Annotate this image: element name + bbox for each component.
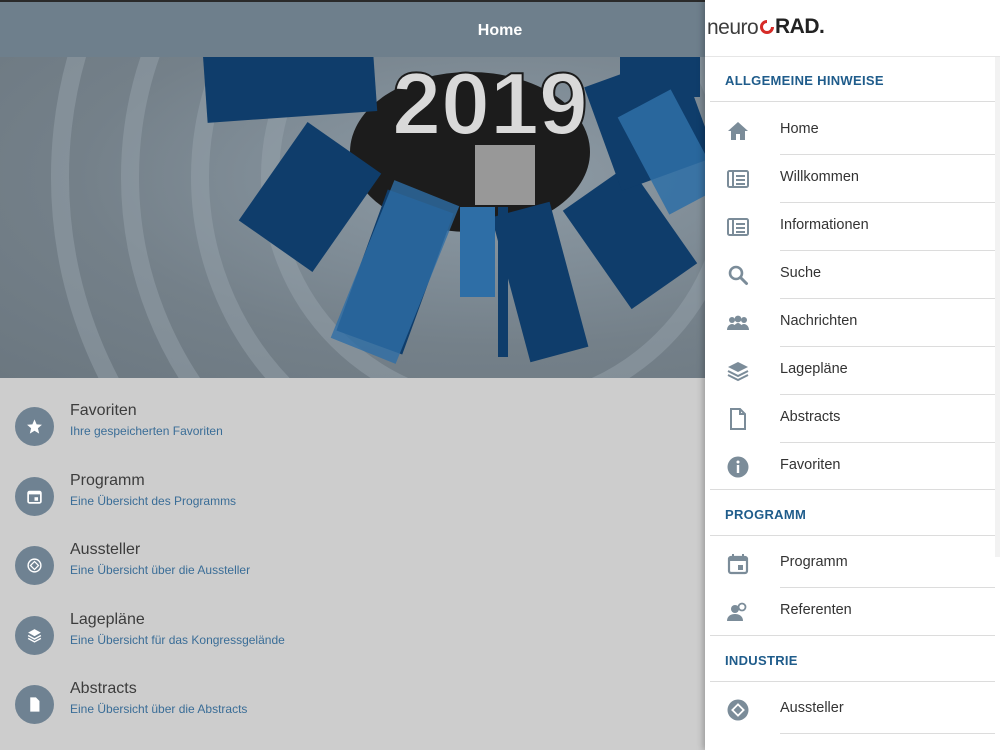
nav-item-label: Willkommen <box>780 169 859 185</box>
newspaper-icon <box>727 170 749 188</box>
neurorad-logo: neuro RAD. <box>705 0 1000 57</box>
nav-item-label: Programm <box>780 554 848 570</box>
home-item-abstracts[interactable]: Abstracts Eine Übersicht über die Abstra… <box>0 677 705 733</box>
nav-item-label: Abstracts <box>780 409 841 425</box>
nav-item-abstracts[interactable]: Abstracts <box>705 395 1000 443</box>
home-item-title: Programm <box>70 472 145 489</box>
star-icon <box>15 407 54 446</box>
home-item-subtitle: Ihre gespeicherten Favoriten <box>70 424 223 438</box>
info-icon <box>727 456 749 478</box>
home-item-title: Abstracts <box>70 680 137 697</box>
divider <box>710 635 995 636</box>
nav-item-lageplaene[interactable]: Lagepläne <box>705 347 1000 395</box>
home-item-aussteller[interactable]: Aussteller Eine Übersicht über die Ausst… <box>0 538 705 594</box>
nav-item-label: Lagepläne <box>780 361 848 377</box>
home-icon <box>728 122 748 140</box>
section-heading-programm: PROGRAMM <box>725 507 807 522</box>
divider <box>710 681 995 682</box>
document-icon <box>15 685 54 724</box>
nav-item-label: Informationen <box>780 217 869 233</box>
nav-item-label: Favoriten <box>780 457 841 473</box>
nav-item-label: Referenten <box>780 602 852 618</box>
group-icon <box>727 315 749 330</box>
nav-item-informationen[interactable]: Informationen <box>705 203 1000 251</box>
newspaper-icon <box>727 218 749 236</box>
home-item-programm[interactable]: Programm Eine Übersicht des Programms <box>0 469 705 525</box>
logo-mark-icon <box>760 19 775 34</box>
layers-icon <box>15 616 54 655</box>
home-item-title: Aussteller <box>70 541 141 558</box>
divider <box>710 101 995 102</box>
home-item-title: Favoriten <box>70 402 137 419</box>
nav-item-programm[interactable]: Programm <box>705 540 1000 588</box>
home-item-subtitle: Eine Übersicht über die Abstracts <box>70 702 248 716</box>
document-icon <box>730 408 746 430</box>
exhibitor-icon <box>15 546 54 585</box>
nav-item-suche[interactable]: Suche <box>705 251 1000 299</box>
nav-item-label: Nachrichten <box>780 313 858 329</box>
divider <box>710 489 995 490</box>
calendar-icon <box>727 554 749 575</box>
navigation-drawer: neuro RAD. ALLGEMEINE HINWEISE Home Will… <box>705 0 1000 750</box>
exhibitor-icon <box>727 699 749 721</box>
nav-item-favoriten[interactable]: Favoriten <box>705 443 1000 491</box>
home-item-lageplaene[interactable]: Lagepläne Eine Übersicht für das Kongres… <box>0 608 705 664</box>
section-heading-allgemeine-hinweise: ALLGEMEINE HINWEISE <box>725 73 884 88</box>
app-page: 2019 Home Favoriten Ihre gespeicherten F… <box>0 0 1000 750</box>
nav-item-aussteller[interactable]: Aussteller <box>705 686 1000 734</box>
nav-item-label: Suche <box>780 265 822 281</box>
home-item-title: Lagepläne <box>70 611 145 628</box>
home-item-subtitle: Eine Übersicht des Programms <box>70 494 237 508</box>
divider <box>780 733 995 734</box>
section-heading-industrie: INDUSTRIE <box>725 653 798 668</box>
drawer-scrollbar[interactable] <box>995 57 1000 557</box>
home-item-subtitle: Eine Übersicht über die Aussteller <box>70 563 251 577</box>
home-item-subtitle: Eine Übersicht für das Kongressgelände <box>70 633 285 647</box>
nav-item-home[interactable]: Home <box>705 107 1000 155</box>
speakers-icon <box>727 602 747 621</box>
divider <box>710 535 995 536</box>
nav-item-referenten[interactable]: Referenten <box>705 588 1000 636</box>
hero-year: 2019 <box>392 57 588 153</box>
calendar-icon <box>15 477 54 516</box>
search-icon <box>728 265 748 285</box>
nav-item-willkommen[interactable]: Willkommen <box>705 155 1000 203</box>
nav-item-label: Aussteller <box>780 700 844 716</box>
nav-item-label: Home <box>780 121 819 137</box>
home-item-favoriten[interactable]: Favoriten Ihre gespeicherten Favoriten <box>0 399 705 455</box>
logo-text-light: neuro <box>707 16 759 39</box>
layers-icon <box>727 362 749 382</box>
logo-text-bold: RAD. <box>775 15 825 38</box>
nav-item-nachrichten[interactable]: Nachrichten <box>705 299 1000 347</box>
